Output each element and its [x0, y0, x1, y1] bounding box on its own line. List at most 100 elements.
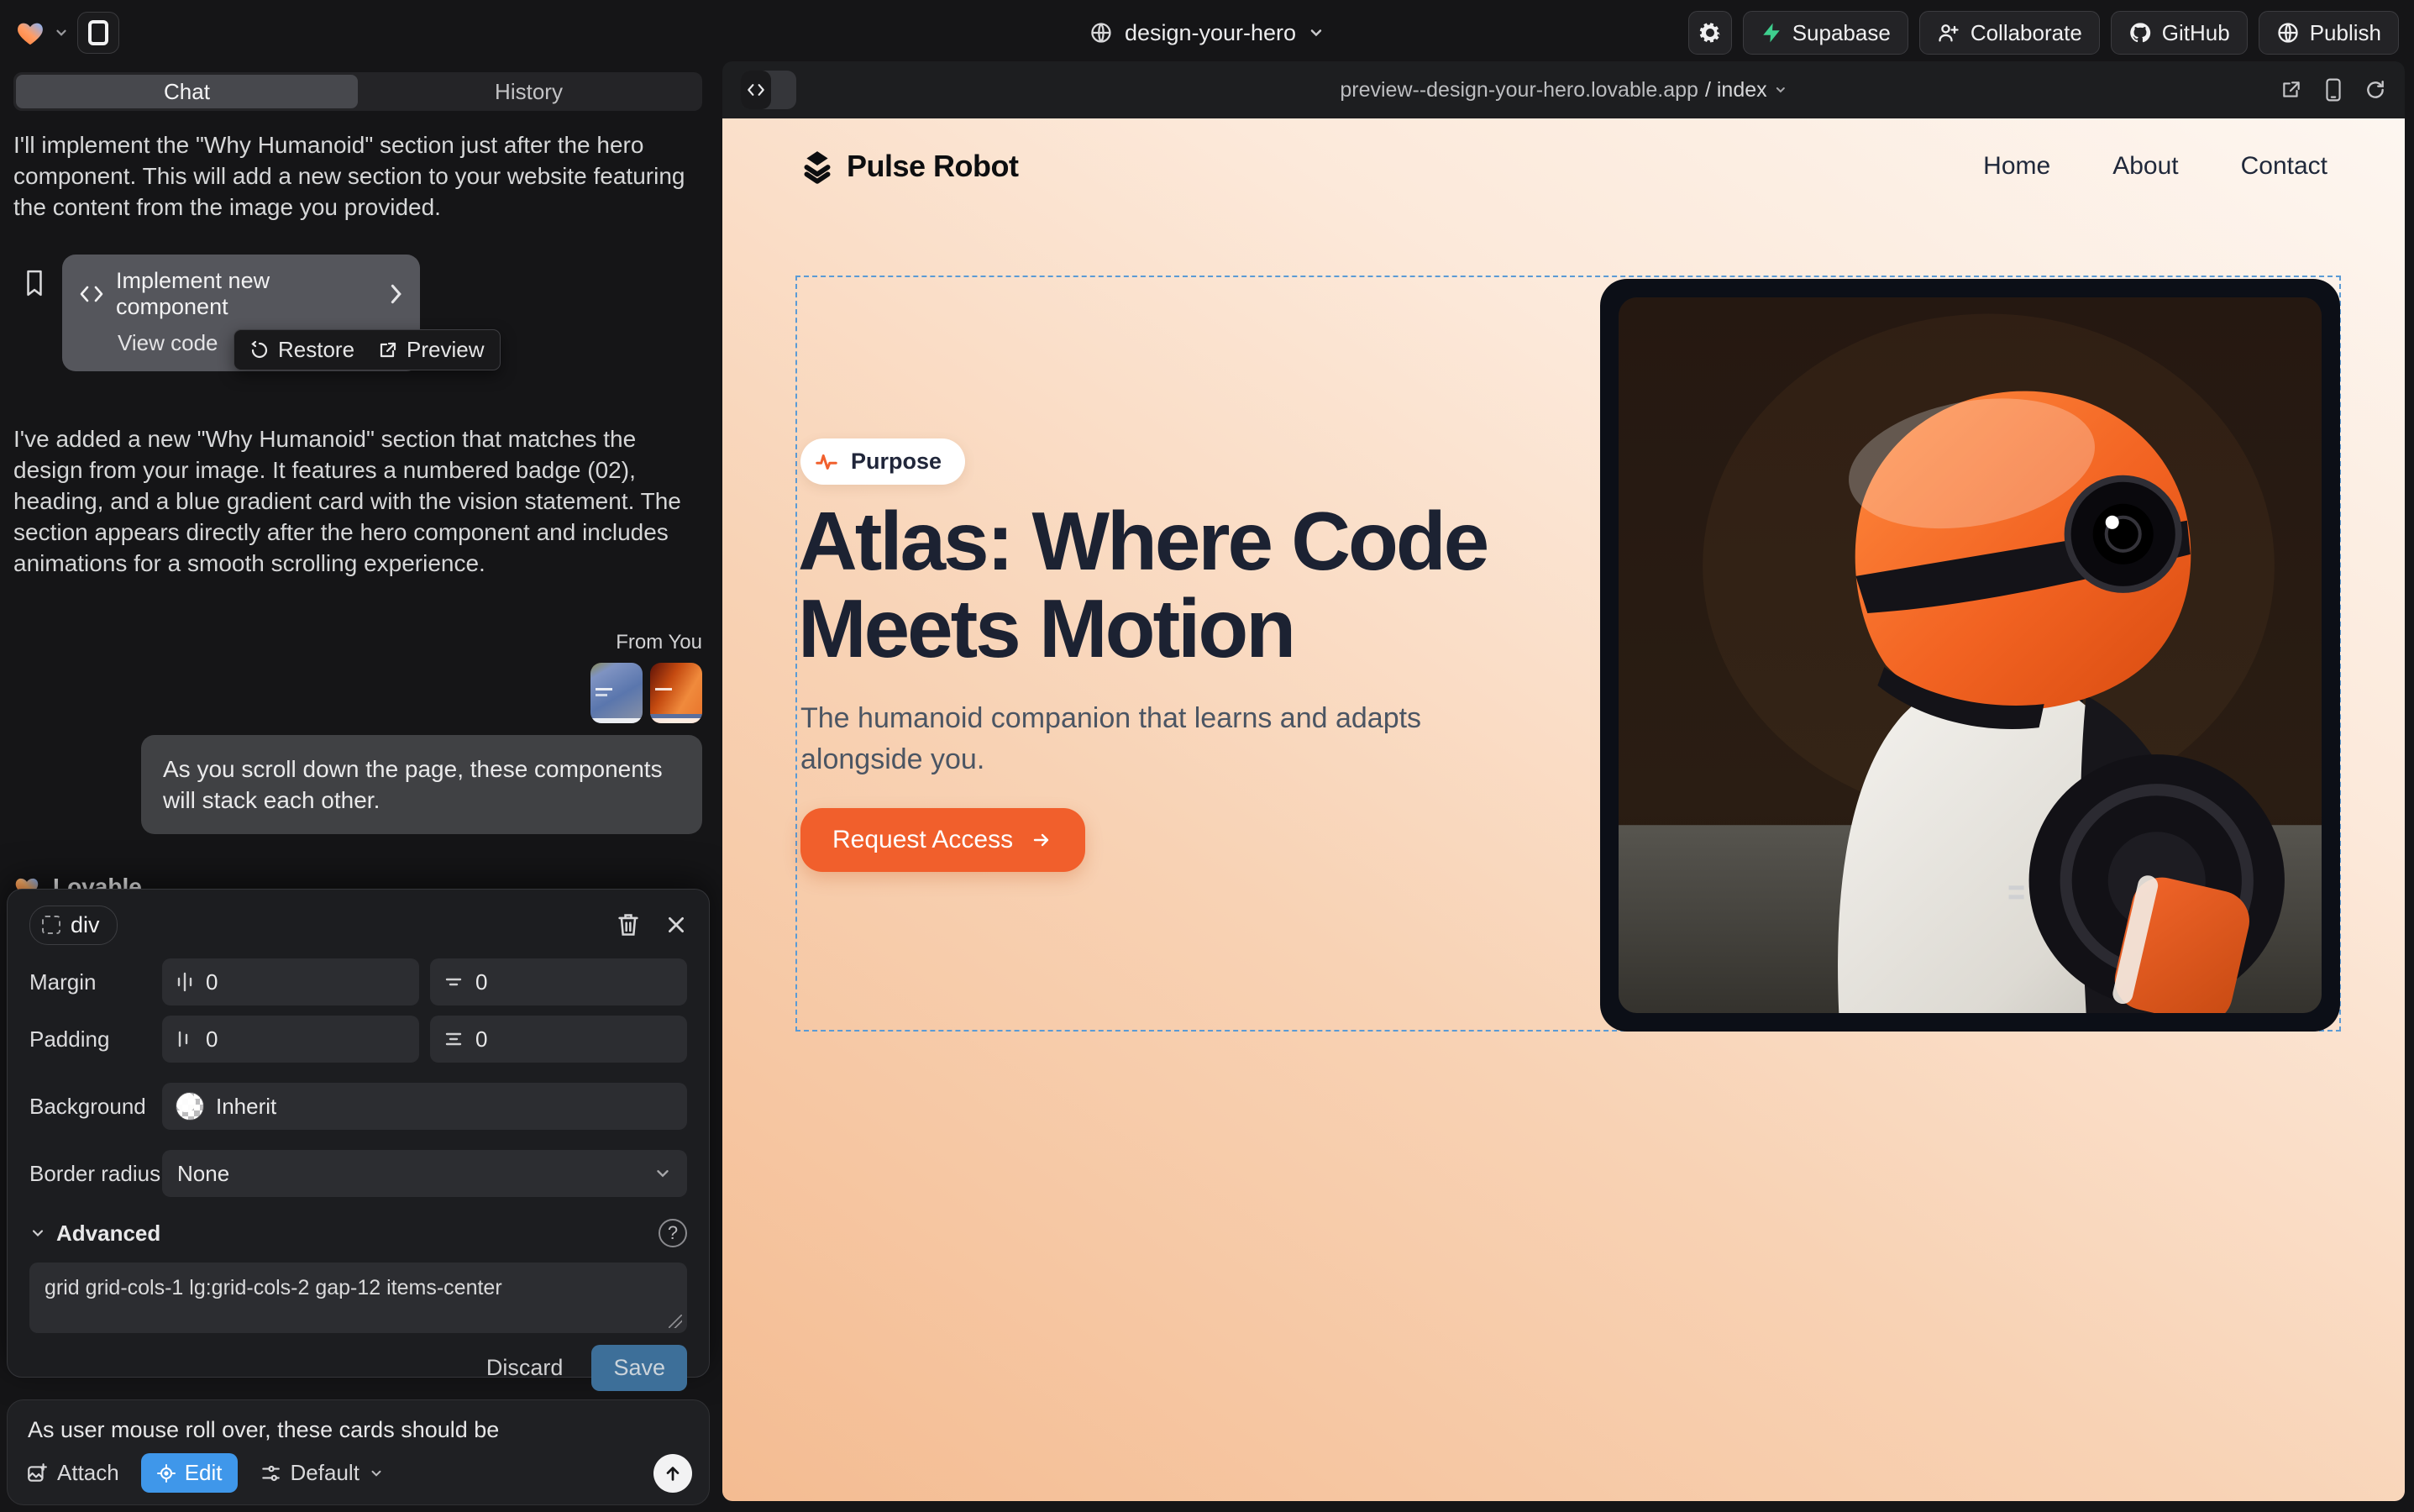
mobile-view-icon[interactable]: [2324, 78, 2343, 102]
bookmark-icon[interactable]: [24, 270, 45, 297]
code-icon: [747, 83, 765, 97]
color-swatch-icon: [176, 1092, 204, 1121]
border-radius-label: Border radius: [29, 1161, 162, 1187]
chevron-down-icon: [29, 1225, 46, 1242]
preview-toolbar: preview--design-your-hero.lovable.app / …: [722, 61, 2405, 118]
background-value: Inherit: [216, 1094, 276, 1120]
sliders-icon: [260, 1463, 281, 1483]
cta-label: Request Access: [832, 826, 1013, 854]
sidebar-tabs: Chat History: [13, 72, 702, 111]
site-brand-name: Pulse Robot: [847, 149, 1019, 184]
attachment-thumbnails: [13, 663, 702, 723]
restore-button[interactable]: Restore: [249, 337, 354, 363]
padding-y-input[interactable]: 0: [430, 1016, 687, 1063]
github-label: GitHub: [2162, 20, 2230, 46]
globe-icon: [1089, 21, 1113, 45]
github-button[interactable]: GitHub: [2111, 11, 2248, 55]
hero-badge-label: Purpose: [851, 449, 942, 475]
margin-y-input[interactable]: 0: [430, 958, 687, 1005]
preview-label: Preview: [407, 337, 484, 363]
target-icon: [156, 1463, 176, 1483]
edit-label: Edit: [185, 1460, 223, 1486]
close-icon[interactable]: [665, 914, 687, 936]
sidebar-toggle-button[interactable]: [77, 12, 119, 54]
chevron-right-icon: [388, 284, 403, 304]
arrow-up-icon: [664, 1464, 682, 1483]
nav-contact[interactable]: Contact: [2241, 152, 2327, 181]
save-button[interactable]: Save: [591, 1345, 687, 1391]
chevron-down-icon[interactable]: [54, 25, 69, 40]
hero-robot-image: [1600, 279, 2340, 1032]
padding-x-value: 0: [206, 1026, 218, 1053]
from-you-label: From You: [13, 631, 702, 654]
collaborate-button[interactable]: Collaborate: [1919, 11, 2100, 55]
app-root: design-your-hero Supabase Co: [0, 0, 2414, 1512]
tailwind-classes-value: grid grid-cols-1 lg:grid-cols-2 gap-12 i…: [45, 1276, 502, 1299]
request-access-button[interactable]: Request Access: [800, 808, 1085, 872]
advanced-section-toggle[interactable]: Advanced: [56, 1221, 160, 1247]
tailwind-classes-textarea[interactable]: grid grid-cols-1 lg:grid-cols-2 gap-12 i…: [29, 1263, 687, 1333]
attachment-thumbnail[interactable]: [650, 663, 702, 723]
layers-icon: [800, 149, 835, 184]
margin-x-value: 0: [206, 969, 218, 995]
lovable-logo-icon[interactable]: [15, 18, 45, 48]
preview-button[interactable]: Preview: [378, 337, 484, 363]
background-label: Background: [29, 1094, 162, 1120]
chevron-down-icon: [1308, 24, 1325, 41]
pulse-icon: [814, 449, 839, 475]
model-select[interactable]: Default: [260, 1460, 384, 1486]
restore-icon: [249, 340, 270, 360]
trash-icon[interactable]: [617, 912, 640, 937]
element-outline-icon: [42, 916, 60, 934]
selected-element-tag: div: [71, 912, 100, 938]
chevron-down-icon: [653, 1164, 672, 1183]
open-in-new-tab-icon[interactable]: [2280, 79, 2302, 101]
padding-x-input[interactable]: 0: [162, 1016, 419, 1063]
publish-label: Publish: [2310, 20, 2381, 46]
preview-path: / index: [1705, 78, 1767, 102]
refresh-icon[interactable]: [2364, 79, 2386, 101]
collaborate-label: Collaborate: [1971, 20, 2082, 46]
code-view-toggle[interactable]: [741, 71, 796, 109]
style-inspector-panel: div Margin: [7, 889, 710, 1378]
send-button[interactable]: [653, 1454, 692, 1493]
nav-home[interactable]: Home: [1983, 152, 2050, 181]
background-input[interactable]: Inherit: [162, 1083, 687, 1130]
chat-sidebar: Chat History I'll implement the "Why Hum…: [0, 66, 716, 1512]
publish-globe-icon: [2276, 21, 2300, 45]
nav-about[interactable]: About: [2112, 152, 2178, 181]
margin-y-value: 0: [475, 969, 487, 995]
project-switcher[interactable]: design-your-hero: [1089, 20, 1325, 46]
border-radius-value: None: [177, 1161, 229, 1187]
tab-history[interactable]: History: [358, 75, 700, 108]
tab-chat[interactable]: Chat: [16, 75, 358, 108]
settings-button[interactable]: [1688, 11, 1732, 55]
help-icon[interactable]: ?: [659, 1219, 687, 1247]
selected-element-chip[interactable]: div: [29, 906, 118, 945]
chat-composer[interactable]: As user mouse roll over, these cards sho…: [7, 1399, 710, 1505]
resize-handle[interactable]: [669, 1315, 682, 1328]
chevron-down-icon: [1774, 83, 1787, 97]
preview-url[interactable]: preview--design-your-hero.lovable.app / …: [1340, 78, 1787, 102]
publish-button[interactable]: Publish: [2259, 11, 2399, 55]
margin-y-icon: [443, 973, 464, 991]
hero-subheading: The humanoid companion that learns and a…: [800, 698, 1464, 781]
hero-heading: Atlas: Where Code Meets Motion: [798, 498, 1596, 673]
assistant-message: I've added a new "Why Humanoid" section …: [13, 423, 701, 579]
margin-x-input[interactable]: 0: [162, 958, 419, 1005]
edit-mode-button[interactable]: Edit: [141, 1453, 238, 1493]
margin-label: Margin: [29, 969, 162, 995]
supabase-button[interactable]: Supabase: [1743, 11, 1908, 55]
padding-x-icon: [176, 1029, 194, 1049]
attach-image-icon: [26, 1462, 48, 1484]
composer-input[interactable]: As user mouse roll over, these cards sho…: [28, 1417, 689, 1443]
margin-x-icon: [176, 972, 194, 992]
site-brand[interactable]: Pulse Robot: [800, 149, 1019, 184]
border-radius-select[interactable]: None: [162, 1150, 687, 1197]
code-icon: [79, 285, 104, 303]
attachment-thumbnail[interactable]: [590, 663, 643, 723]
attach-button[interactable]: Attach: [26, 1460, 119, 1486]
hero-badge: Purpose: [800, 438, 965, 485]
restore-label: Restore: [278, 337, 354, 363]
discard-button[interactable]: Discard: [486, 1355, 564, 1381]
